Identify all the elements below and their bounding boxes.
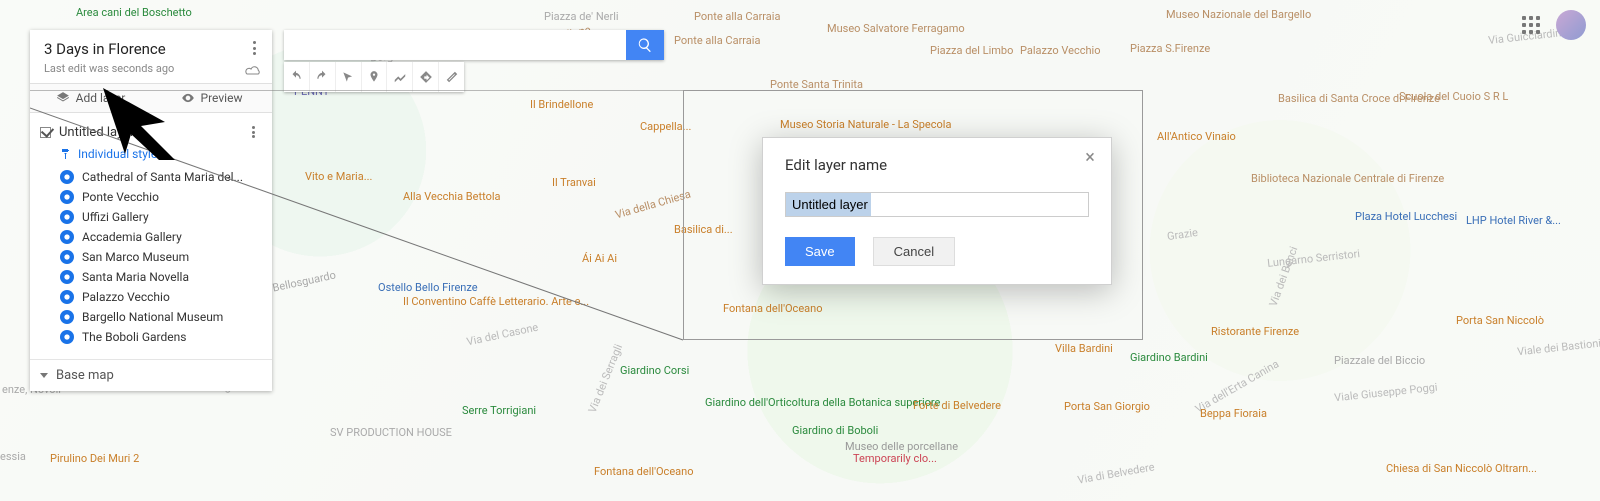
eye-icon bbox=[181, 91, 195, 105]
dialog-title: Edit layer name bbox=[785, 156, 1089, 174]
place-item[interactable]: Cathedral of Santa Maria del... bbox=[36, 167, 266, 187]
dialog-close-button[interactable]: × bbox=[1081, 148, 1099, 166]
place-item[interactable]: Accademia Gallery bbox=[36, 227, 266, 247]
edit-layer-dialog: × Edit layer name Save Cancel bbox=[762, 137, 1112, 285]
add-layer-button[interactable]: Add layer bbox=[30, 84, 151, 112]
layer-menu-button[interactable] bbox=[246, 125, 260, 139]
caret-down-icon bbox=[40, 373, 48, 378]
place-pin-icon bbox=[60, 190, 74, 204]
place-item[interactable]: The Boboli Gardens bbox=[36, 327, 266, 347]
place-pin-icon bbox=[60, 330, 74, 344]
place-pin-icon bbox=[60, 170, 74, 184]
place-pin-icon bbox=[60, 210, 74, 224]
individual-styles-button[interactable]: Individual styles bbox=[30, 144, 272, 167]
cloud-saved-icon bbox=[244, 65, 262, 77]
place-label: The Boboli Gardens bbox=[82, 330, 186, 344]
basemap-label: Base map bbox=[56, 368, 114, 383]
place-pin-icon bbox=[60, 290, 74, 304]
place-item[interactable]: Palazzo Vecchio bbox=[36, 287, 266, 307]
place-label: San Marco Museum bbox=[82, 250, 189, 264]
place-pin-icon bbox=[60, 250, 74, 264]
place-item[interactable]: Bargello National Museum bbox=[36, 307, 266, 327]
draw-line-button[interactable] bbox=[387, 62, 413, 92]
place-pin-icon bbox=[60, 230, 74, 244]
drawing-toolbar bbox=[284, 62, 464, 92]
measure-button[interactable] bbox=[439, 62, 464, 92]
last-edit-text: Last edit was seconds ago bbox=[44, 62, 258, 75]
search-bar bbox=[284, 30, 664, 60]
undo-button[interactable] bbox=[284, 62, 310, 92]
cancel-button[interactable]: Cancel bbox=[873, 237, 955, 266]
place-item[interactable]: Uffizi Gallery bbox=[36, 207, 266, 227]
add-marker-button[interactable] bbox=[362, 62, 388, 92]
place-pin-icon bbox=[60, 270, 74, 284]
layer-visibility-checkbox[interactable] bbox=[40, 127, 51, 138]
directions-button[interactable] bbox=[413, 62, 439, 92]
layer-name-input[interactable] bbox=[785, 192, 1089, 217]
place-label: Bargello National Museum bbox=[82, 310, 223, 324]
search-input[interactable] bbox=[284, 30, 626, 60]
redo-button[interactable] bbox=[310, 62, 336, 92]
layer: Untitled layer Individual styles Cathedr… bbox=[30, 113, 272, 359]
search-button[interactable] bbox=[626, 30, 664, 60]
select-tool-button[interactable] bbox=[336, 62, 362, 92]
place-item[interactable]: Santa Maria Novella bbox=[36, 267, 266, 287]
google-apps-icon[interactable] bbox=[1522, 16, 1540, 34]
layer-name[interactable]: Untitled layer bbox=[59, 125, 134, 140]
place-label: Uffizi Gallery bbox=[82, 210, 149, 224]
place-label: Ponte Vecchio bbox=[82, 190, 159, 204]
save-button[interactable]: Save bbox=[785, 237, 855, 266]
paint-roller-icon bbox=[60, 148, 72, 160]
add-layer-label: Add layer bbox=[76, 91, 126, 105]
layers-icon bbox=[56, 91, 70, 105]
place-label: Accademia Gallery bbox=[82, 230, 182, 244]
account-avatar[interactable] bbox=[1556, 10, 1586, 40]
basemap-toggle[interactable]: Base map bbox=[30, 359, 272, 391]
map-title[interactable]: 3 Days in Florence bbox=[44, 40, 258, 58]
preview-button[interactable]: Preview bbox=[151, 84, 272, 112]
place-label: Cathedral of Santa Maria del... bbox=[82, 170, 243, 184]
place-item[interactable]: San Marco Museum bbox=[36, 247, 266, 267]
place-item[interactable]: Ponte Vecchio bbox=[36, 187, 266, 207]
map-menu-button[interactable] bbox=[246, 40, 262, 56]
place-label: Santa Maria Novella bbox=[82, 270, 189, 284]
place-pin-icon bbox=[60, 310, 74, 324]
place-label: Palazzo Vecchio bbox=[82, 290, 170, 304]
map-editor-panel: 3 Days in Florence Last edit was seconds… bbox=[30, 30, 272, 391]
preview-label: Preview bbox=[201, 91, 243, 105]
styles-link-label: Individual styles bbox=[78, 147, 163, 161]
